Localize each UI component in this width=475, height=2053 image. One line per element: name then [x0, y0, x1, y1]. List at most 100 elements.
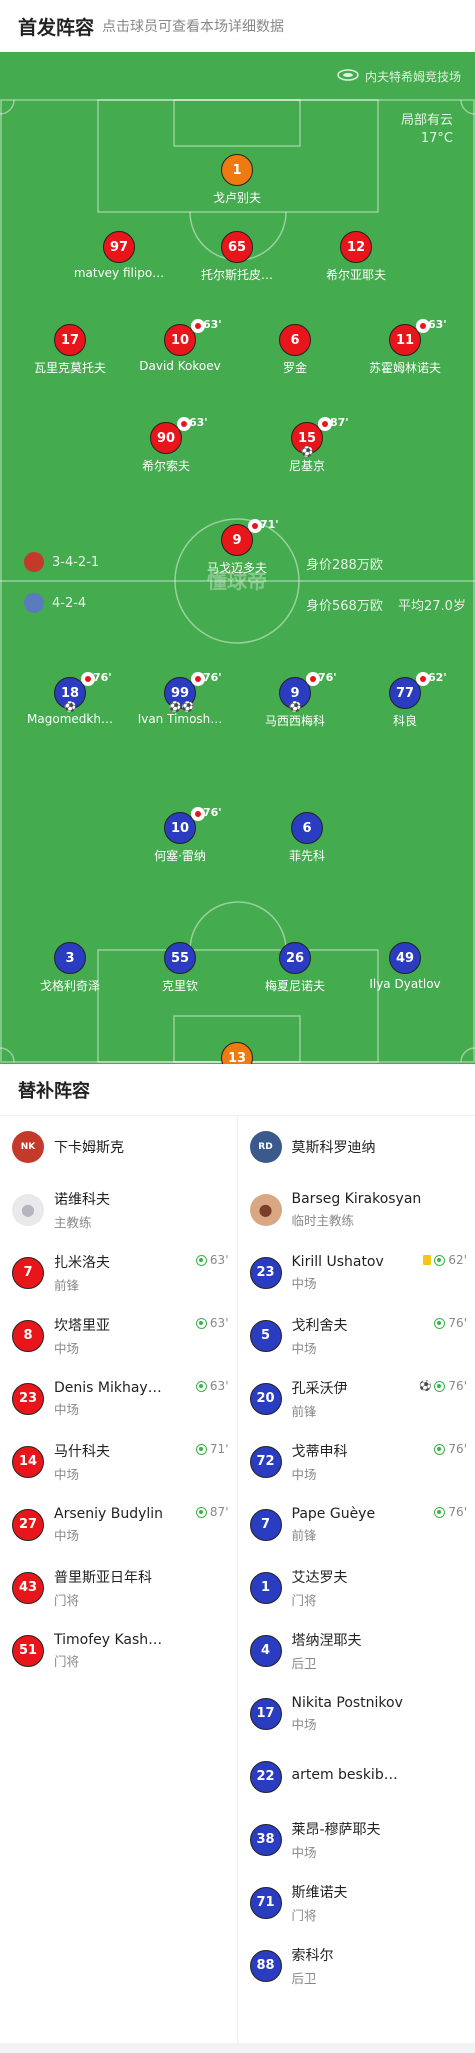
substitution-in-time: 63': [209, 1316, 229, 1330]
home-player-17[interactable]: 17 瓦里克莫托夫: [10, 324, 130, 376]
player-number-badge: 1: [221, 154, 253, 186]
substitution-time: 76': [93, 671, 112, 684]
goal-icon: ⚽: [289, 702, 302, 713]
substitution-time: 76': [203, 671, 222, 684]
player-number: 11: [395, 332, 415, 348]
player-name: 克里钦: [161, 979, 198, 993]
away-sub-row[interactable]: 20 孔采沃伊 前锋 ⚽ 76': [238, 1367, 475, 1430]
sub-events: 87': [195, 1505, 229, 1519]
away-sub-row[interactable]: 38 莱昂-穆萨耶夫 中场: [238, 1808, 475, 1871]
away-sub-row[interactable]: 1 艾达罗夫 门将: [238, 1556, 475, 1619]
home-coach[interactable]: ● 诺维科夫 主教练: [0, 1178, 237, 1241]
sub-player-position: 门将: [291, 1592, 317, 1608]
home-sub-row[interactable]: 51 Timofey Kash… 门将: [0, 1619, 237, 1682]
away-player-10[interactable]: 10 76' 何塞·雷纳: [120, 806, 240, 864]
venue: 内夫特希姆竞技场: [337, 68, 461, 85]
player-name: 何塞·雷纳: [154, 849, 206, 863]
sub-number-badge: 22: [249, 1760, 282, 1793]
home-player-12[interactable]: 12 希尔亚耶夫: [296, 231, 416, 283]
sub-player-name: 普里斯亚日年科: [54, 1569, 152, 1586]
player-number-badge: 13: [221, 1042, 253, 1064]
home-player-11[interactable]: 11 63' 苏霍姆林诺夫: [345, 318, 465, 376]
away-player-9[interactable]: 9 76' ⚽ 马西西梅科: [235, 671, 355, 729]
away-player-3[interactable]: 3 戈格利奇泽: [10, 942, 130, 994]
away-average-age: 平均27.0岁: [398, 599, 466, 614]
away-sub-row[interactable]: 22 artem beskib…: [238, 1745, 475, 1808]
away-coach-name: Barseg Kirakosyan: [291, 1190, 422, 1207]
player-number-badge: 12: [340, 231, 372, 263]
away-player-99[interactable]: 99 76' ⚽⚽ Ivan Timosh…: [120, 671, 240, 726]
sub-player-name: Timofey Kash…: [54, 1631, 163, 1648]
home-player-15[interactable]: 15 87' ⚽ 尼基京: [247, 416, 367, 474]
substitution-in-icon: [434, 1506, 446, 1518]
sub-number-badge: 5: [249, 1319, 282, 1352]
away-player-13[interactable]: 13沃尔科夫: [177, 1042, 297, 1064]
sub-player-position: 门将: [291, 1907, 317, 1923]
home-player-90[interactable]: 90 63' 希尔索夫: [106, 416, 226, 474]
sub-player-name: 孔采沃伊: [291, 1380, 348, 1397]
sub-number-badge: 7: [249, 1508, 282, 1541]
home-player-10[interactable]: 10 63' David Kokoev: [120, 318, 240, 373]
player-name: 瓦里克莫托夫: [33, 361, 106, 375]
substitution-time: 76': [318, 671, 337, 684]
away-player-26[interactable]: 26 梅夏尼诺夫: [235, 942, 355, 994]
player-name: 罗金: [282, 361, 307, 375]
player-number: 77: [395, 685, 415, 701]
sub-player-position: 中场: [54, 1466, 80, 1482]
sub-number-badge: 71: [249, 1886, 282, 1919]
away-team-value: 身价568万欧: [306, 599, 383, 614]
sub-number-badge: 7: [12, 1256, 44, 1289]
home-player-65[interactable]: 65 托尔斯托皮…: [177, 231, 297, 283]
player-name: 希尔索夫: [141, 459, 190, 473]
home-coach-role: 主教练: [54, 1214, 92, 1230]
away-player-77[interactable]: 77 62' 科良: [345, 671, 465, 729]
sub-number-badge: 1: [249, 1571, 282, 1604]
sub-number-badge: 51: [12, 1634, 44, 1667]
home-sub-row[interactable]: 7 扎米洛夫 前锋 63': [0, 1241, 237, 1304]
goal-icon: ⚽: [418, 1380, 432, 1392]
player-number-badge: 17: [54, 324, 86, 356]
away-sub-row[interactable]: 17 Nikita Postnikov 中场: [238, 1682, 475, 1745]
home-team-header[interactable]: NK 下卡姆斯克: [0, 1116, 237, 1178]
home-sub-row[interactable]: 23 Denis Mikhay… 中场 63': [0, 1367, 237, 1430]
sub-number-badge: 4: [249, 1634, 282, 1667]
home-player-9[interactable]: 9 71' 马戈迈多夫: [177, 518, 297, 576]
home-sub-row[interactable]: 27 Arseniy Budylin 中场 87': [0, 1493, 237, 1556]
player-number: 10: [170, 332, 190, 348]
home-sub-row[interactable]: 8 坎塔里亚 中场 63': [0, 1304, 237, 1367]
player-number: 9: [232, 532, 242, 548]
away-player-6[interactable]: 6 菲先科: [247, 812, 367, 864]
sub-player-name: Denis Mikhay…: [54, 1379, 162, 1396]
sub-player-position: 中场: [54, 1527, 80, 1543]
away-player-55[interactable]: 55 克里钦: [120, 942, 240, 994]
away-formation-text: 4-2-4: [52, 595, 87, 611]
sub-player-name: 莱昂-穆萨耶夫: [291, 1821, 381, 1838]
away-sub-row[interactable]: 23 Kirill Ushatov 中场 62': [238, 1241, 475, 1304]
sub-player-name: Nikita Postnikov: [291, 1694, 403, 1711]
page-title: 首发阵容: [18, 16, 95, 39]
home-sub-row[interactable]: 43 普里斯亚日年科 门将: [0, 1556, 237, 1619]
home-player-6[interactable]: 6 罗金: [235, 324, 355, 376]
away-player-49[interactable]: 49 Ilya Dyatlov: [345, 942, 465, 991]
away-team-crest-icon: [24, 593, 44, 613]
home-sub-row[interactable]: 14 马什科夫 中场 71': [0, 1430, 237, 1493]
goal-icon: ⚽: [64, 702, 77, 713]
away-coach[interactable]: ● Barseg Kirakosyan 临时主教练: [238, 1178, 475, 1241]
sub-player-name: 斯维诺夫: [291, 1884, 348, 1901]
away-sub-row[interactable]: 5 戈利舍夫 中场 76': [238, 1304, 475, 1367]
player-number-badge: 11 63': [389, 318, 447, 356]
away-sub-row[interactable]: 88 索科尔 后卫: [238, 1934, 475, 1997]
away-sub-row[interactable]: 72 戈蒂申科 中场 76': [238, 1430, 475, 1493]
away-sub-row[interactable]: 7 Pape Guèye 前锋 76': [238, 1493, 475, 1556]
home-player-1[interactable]: 1 戈卢别夫: [177, 154, 297, 206]
player-name: 马戈迈多夫: [206, 561, 267, 575]
away-sub-row[interactable]: 71 斯维诺夫门将: [238, 1871, 475, 1934]
player-name: 托尔斯托皮…: [200, 268, 273, 282]
away-sub-row[interactable]: 4 塔纳涅耶夫 后卫: [238, 1619, 475, 1682]
away-team-header[interactable]: RD 莫斯科罗迪纳: [238, 1116, 475, 1178]
home-player-97[interactable]: 97 matvey filipo…: [59, 231, 179, 280]
player-name: Ivan Timosh…: [137, 712, 223, 726]
away-player-18[interactable]: 18 76' ⚽ Magomedkh…: [10, 671, 130, 726]
sub-player-position: 中场: [291, 1275, 317, 1291]
home-formation: 3-4-2-1: [24, 552, 99, 572]
